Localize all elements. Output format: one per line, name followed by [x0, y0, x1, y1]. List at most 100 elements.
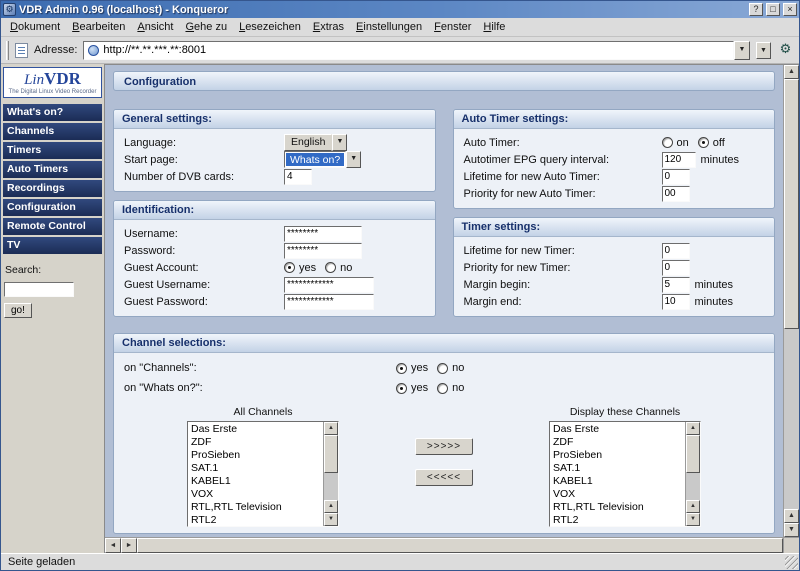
menu-item[interactable]: Fenster [428, 19, 477, 35]
auto-timer-on-radio[interactable] [662, 137, 673, 148]
sidebar-item[interactable]: Remote Control [3, 218, 102, 235]
channel-list-item[interactable]: VOX [550, 488, 685, 501]
channel-list-item[interactable]: Das Erste [188, 423, 323, 436]
language-select[interactable]: English ▼ [284, 134, 347, 151]
language-row: Language: English ▼ [124, 134, 425, 151]
chevron-down-icon: ▼ [346, 151, 361, 168]
konqueror-gear-icon[interactable]: ⚙ [777, 42, 794, 59]
on-whats-on-no-radio[interactable] [437, 383, 448, 394]
scroll-up-icon[interactable]: ▲ [686, 500, 700, 513]
channel-list-item[interactable]: VOX [188, 488, 323, 501]
dvb-cards-label: Number of DVB cards: [124, 171, 284, 183]
scroll-down-icon[interactable]: ▼ [686, 513, 700, 526]
guest-username-input[interactable] [284, 277, 374, 293]
resize-grip[interactable] [785, 556, 798, 569]
remove-channels-button[interactable]: <<<<< [415, 469, 473, 486]
sidebar-item[interactable]: Auto Timers [3, 161, 102, 178]
sidebar-item[interactable]: TV [3, 237, 102, 254]
menu-item[interactable]: Dokument [4, 19, 66, 35]
channel-list-item[interactable]: SAT.1 [188, 462, 323, 475]
channel-list-item[interactable]: RTL,RTL Television [188, 501, 323, 514]
add-channels-button[interactable]: >>>>> [415, 438, 473, 455]
vertical-scrollbar[interactable]: ▲ ▲ ▼ [783, 65, 799, 537]
channel-list-item[interactable]: ZDF [188, 436, 323, 449]
guest-no-radio[interactable] [325, 262, 336, 273]
scrollbar-thumb[interactable] [686, 435, 700, 473]
address-input[interactable] [103, 43, 729, 58]
search-label: Search: [5, 264, 100, 276]
browser-view: Configuration General settings: Language… [104, 64, 799, 553]
dvb-cards-input[interactable] [284, 169, 312, 185]
sidebar-item[interactable]: Recordings [3, 180, 102, 197]
menu-item[interactable]: Einstellungen [350, 19, 428, 35]
sidebar-item[interactable]: What's on? [3, 104, 102, 121]
channel-list-item[interactable]: ProSieben [188, 449, 323, 462]
go-button[interactable]: go! [4, 303, 32, 318]
sidebar-item[interactable]: Timers [3, 142, 102, 159]
channel-list-item[interactable]: KABEL1 [550, 475, 685, 488]
username-input[interactable] [284, 226, 362, 242]
scrollbar-track[interactable] [784, 329, 799, 509]
scroll-down-icon[interactable]: ▼ [324, 513, 338, 526]
auto-timer-lifetime-input[interactable] [662, 169, 690, 185]
channel-list-item[interactable]: RTL2 [188, 514, 323, 526]
guest-yes-radio[interactable] [284, 262, 295, 273]
channel-list-item[interactable]: SAT.1 [550, 462, 685, 475]
menu-item[interactable]: Extras [307, 19, 350, 35]
on-whats-on-no-label: no [452, 382, 464, 394]
toolbar-drag-handle[interactable] [6, 41, 9, 60]
menu-item[interactable]: Hilfe [477, 19, 511, 35]
auto-timer-off-radio[interactable] [698, 137, 709, 148]
scroll-right-icon[interactable]: ► [121, 538, 137, 553]
horizontal-scrollbar[interactable]: ◄ ► [105, 537, 799, 553]
scroll-up-icon[interactable]: ▲ [784, 65, 799, 79]
scroll-left-icon[interactable]: ◄ [105, 538, 121, 553]
channel-list-item[interactable]: ProSieben [550, 449, 685, 462]
channel-list-item[interactable]: ZDF [550, 436, 685, 449]
guest-password-input[interactable] [284, 294, 374, 310]
search-input[interactable] [4, 282, 74, 297]
display-channels-scrollbar[interactable]: ▲ ▲ ▼ [685, 422, 700, 526]
scrollbar-thumb[interactable] [784, 79, 799, 329]
on-whats-on-yes-radio[interactable] [396, 383, 407, 394]
toolbar-overflow-icon[interactable]: ▼ [756, 42, 771, 59]
on-channels-no-radio[interactable] [437, 363, 448, 374]
start-page-field: Whats on? [284, 151, 346, 168]
scrollbar-thumb[interactable] [137, 538, 783, 553]
on-whats-on-yes-label: yes [411, 382, 428, 394]
all-channels-scrollbar[interactable]: ▲ ▲ ▼ [323, 422, 338, 526]
channel-list-item[interactable]: KABEL1 [188, 475, 323, 488]
sidebar-item[interactable]: Channels [3, 123, 102, 140]
scroll-up-icon[interactable]: ▲ [784, 509, 799, 523]
channel-list-item[interactable]: RTL2 [550, 514, 685, 526]
display-channels-list[interactable]: Das ErsteZDFProSiebenSAT.1KABEL1VOXRTL,R… [550, 422, 685, 526]
sidebar-item[interactable]: Configuration [3, 199, 102, 216]
general-settings-panel: General settings: Language: English ▼ [113, 109, 436, 192]
close-button[interactable]: × [783, 3, 797, 16]
all-channels-list[interactable]: Das ErsteZDFProSiebenSAT.1KABEL1VOXRTL,R… [188, 422, 323, 526]
menu-item[interactable]: Gehe zu [179, 19, 233, 35]
timer-priority-input[interactable] [662, 260, 690, 276]
channel-list-item[interactable]: Das Erste [550, 423, 685, 436]
epg-interval-input[interactable] [662, 152, 696, 168]
margin-end-input[interactable] [662, 294, 690, 310]
scroll-up-icon[interactable]: ▲ [686, 422, 700, 435]
on-channels-yes-radio[interactable] [396, 363, 407, 374]
timer-priority-label: Priority for new Timer: [464, 262, 662, 274]
scroll-up-icon[interactable]: ▲ [324, 500, 338, 513]
margin-begin-input[interactable] [662, 277, 690, 293]
timer-lifetime-input[interactable] [662, 243, 690, 259]
channel-list-item[interactable]: RTL,RTL Television [550, 501, 685, 514]
auto-timer-priority-input[interactable] [662, 186, 690, 202]
scroll-up-icon[interactable]: ▲ [324, 422, 338, 435]
help-button[interactable]: ? [749, 3, 763, 16]
start-page-select[interactable]: Whats on? ▼ [284, 151, 361, 168]
maximize-button[interactable]: □ [766, 3, 780, 16]
address-dropdown-icon[interactable]: ▼ [734, 41, 750, 60]
password-input[interactable] [284, 243, 362, 259]
menu-item[interactable]: Lesezeichen [233, 19, 307, 35]
scroll-down-icon[interactable]: ▼ [784, 523, 799, 537]
scrollbar-thumb[interactable] [324, 435, 338, 473]
menu-item[interactable]: Ansicht [131, 19, 179, 35]
menu-item[interactable]: Bearbeiten [66, 19, 131, 35]
